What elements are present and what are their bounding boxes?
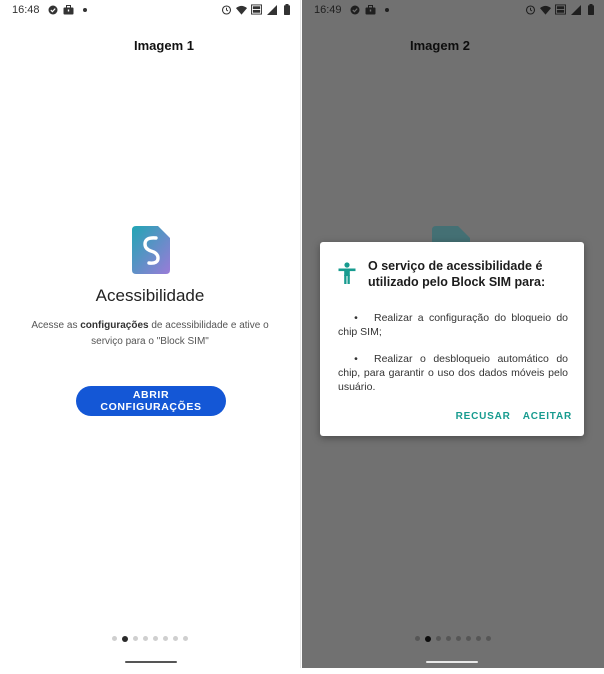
home-gesture-bar[interactable] (426, 661, 478, 663)
page-dot (183, 636, 188, 641)
page-description: Acesse as configurações de acessibilidad… (22, 318, 278, 350)
signal-icon (266, 4, 277, 15)
page-dot (173, 636, 178, 641)
bullet: • (354, 353, 358, 365)
status-time: 16:48 (12, 4, 40, 16)
signal-icon (570, 4, 581, 15)
description-text-start: Acesse as (31, 320, 81, 331)
page-dot (163, 636, 168, 641)
dialog-list-item: • Realizar a configuração do bloqueio do … (338, 311, 568, 339)
check-circle-icon (349, 4, 360, 15)
status-time: 16:49 (314, 4, 342, 16)
accept-button[interactable]: ACEITAR (523, 411, 572, 422)
image-label: Imagem 2 (410, 38, 470, 53)
block-sim-logo (132, 226, 170, 274)
page-indicator (0, 635, 300, 642)
page-dot (415, 636, 420, 641)
wifi-icon (540, 4, 551, 15)
battery-icon (585, 4, 596, 15)
wifi-icon (236, 4, 247, 15)
screen-accessibility-dialog: 16:49 Imagem 2 O serviço de acessibilida… (302, 0, 604, 668)
notification-dot-icon (381, 4, 392, 15)
status-bar: 16:49 (302, 0, 604, 20)
page-dot-active (122, 635, 128, 642)
bullet: • (354, 312, 358, 324)
status-bar: 16:48 (0, 0, 300, 20)
check-circle-icon (47, 4, 58, 15)
data-icon (251, 4, 262, 15)
dialog-title: O serviço de acessibilidade é utilizado … (368, 259, 546, 289)
page-dot-active (425, 635, 431, 642)
page-title: Acessibilidade (95, 286, 205, 305)
page-dot (446, 636, 451, 641)
page-dot (466, 636, 471, 641)
page-dot (112, 636, 117, 641)
data-icon (555, 4, 566, 15)
page-dot (133, 636, 138, 641)
page-dot (143, 636, 148, 641)
briefcase-icon (63, 4, 74, 15)
alarm-icon (525, 4, 536, 15)
battery-icon (281, 4, 292, 15)
page-dot (436, 636, 441, 641)
description-bold: configurações (80, 320, 149, 331)
accessibility-dialog: O serviço de acessibilidade é utilizado … (320, 242, 584, 436)
screen-accessibility-intro: 16:48 Imagem 1 Acessibilidade Acesse as … (0, 0, 301, 668)
decline-button[interactable]: RECUSAR (456, 411, 511, 422)
alarm-icon (221, 4, 232, 15)
page-dot (153, 636, 158, 641)
home-gesture-bar[interactable] (125, 661, 177, 663)
page-indicator (302, 635, 604, 642)
briefcase-icon (365, 4, 376, 15)
image-label: Imagem 1 (134, 38, 194, 53)
page-dot (476, 636, 481, 641)
page-dot (456, 636, 461, 641)
dialog-list-item: • Realizar o desbloqueio automático do ch… (338, 352, 568, 394)
dialog-actions: RECUSAR ACEITAR (456, 411, 572, 422)
page-dot (486, 636, 491, 641)
notification-dot-icon (79, 4, 90, 15)
accessibility-icon (338, 262, 356, 284)
open-settings-button[interactable]: ABRIR CONFIGURAÇÕES (76, 386, 226, 416)
